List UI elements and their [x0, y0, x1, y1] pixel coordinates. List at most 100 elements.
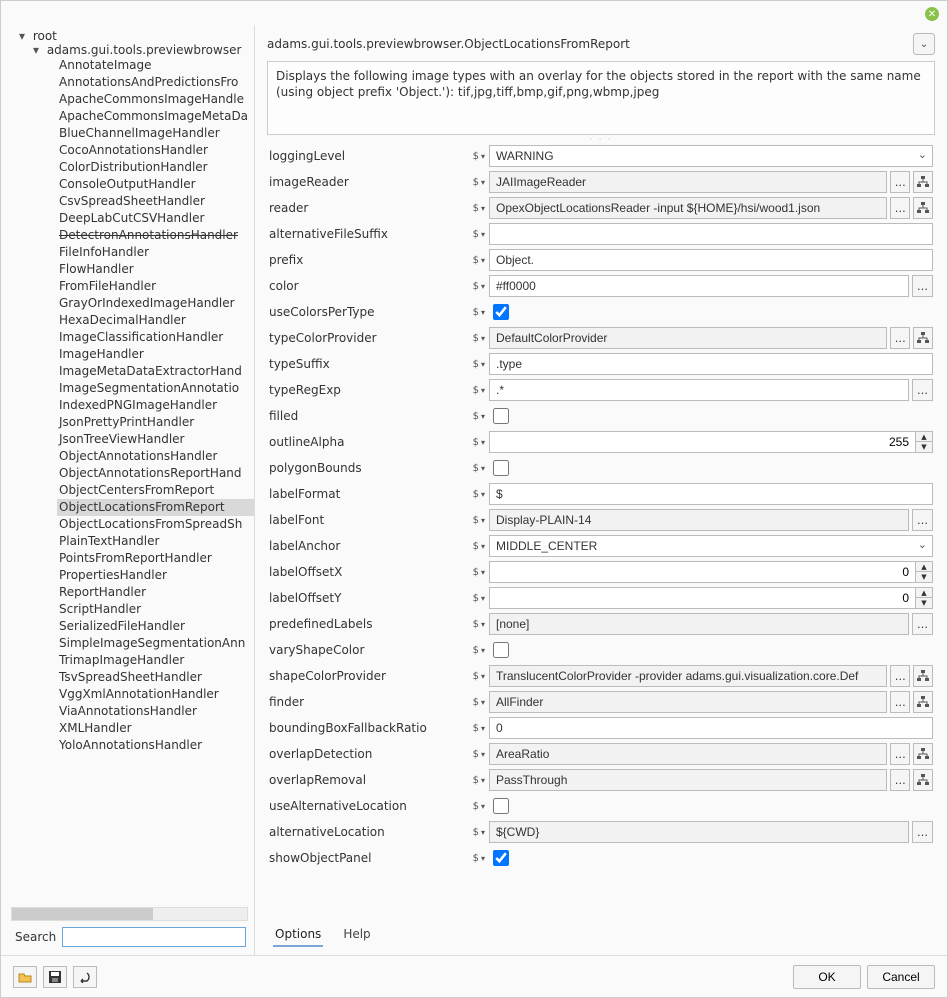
shapeColorProvider-tree-button[interactable]	[913, 665, 933, 687]
reader-tree-button[interactable]	[913, 197, 933, 219]
tree-item[interactable]: FlowHandler	[57, 261, 254, 278]
prop-var-icons[interactable]: $▾	[461, 749, 485, 760]
prop-var-icons[interactable]: $▾	[461, 359, 485, 370]
typeColorProvider-ellipsis-button[interactable]: …	[890, 327, 910, 349]
prop-var-icons[interactable]: $▾	[461, 385, 485, 396]
labelOffsetY-spin-down[interactable]: ▼	[916, 598, 932, 608]
labelOffsetX-spinner[interactable]	[489, 561, 915, 583]
boundingBoxFallbackRatio-field[interactable]	[489, 717, 933, 739]
outlineAlpha-spinner[interactable]	[489, 431, 915, 453]
prop-var-icons[interactable]: $▾	[461, 567, 485, 578]
tree-item[interactable]: ObjectAnnotationsHandler	[57, 448, 254, 465]
tree-item[interactable]: ImageClassificationHandler	[57, 329, 254, 346]
tree-item[interactable]: ObjectAnnotationsReportHand	[57, 465, 254, 482]
imageReader-tree-button[interactable]	[913, 171, 933, 193]
prop-var-icons[interactable]: $▾	[461, 177, 485, 188]
loggingLevel-select[interactable]	[489, 145, 933, 167]
tree-item[interactable]: ViaAnnotationsHandler	[57, 703, 254, 720]
tree-item[interactable]: TrimapImageHandler	[57, 652, 254, 669]
tree-item[interactable]: GrayOrIndexedImageHandler	[57, 295, 254, 312]
prop-var-icons[interactable]: $▾	[461, 775, 485, 786]
overlapRemoval-ellipsis-button[interactable]: …	[890, 769, 910, 791]
showObjectPanel-checkbox[interactable]	[493, 850, 509, 866]
shapeColorProvider-ellipsis-button[interactable]: …	[890, 665, 910, 687]
tree-item[interactable]: PropertiesHandler	[57, 567, 254, 584]
labelOffsetY-spinner[interactable]	[489, 587, 915, 609]
color-ellipsis-button[interactable]: …	[912, 275, 933, 297]
prop-var-icons[interactable]: $▾	[461, 853, 485, 864]
prop-var-icons[interactable]: $▾	[461, 515, 485, 526]
tree-item[interactable]: CocoAnnotationsHandler	[57, 142, 254, 159]
labelAnchor-select[interactable]	[489, 535, 933, 557]
prop-var-icons[interactable]: $▾	[461, 333, 485, 344]
prop-var-icons[interactable]: $▾	[461, 723, 485, 734]
tree-item[interactable]: TsvSpreadSheetHandler	[57, 669, 254, 686]
tree-item[interactable]: JsonTreeViewHandler	[57, 431, 254, 448]
tree-item[interactable]: PointsFromReportHandler	[57, 550, 254, 567]
alternativeLocation-field[interactable]	[489, 821, 909, 843]
polygonBounds-checkbox[interactable]	[493, 460, 509, 476]
tree-item[interactable]: ApacheCommonsImageMetaDa	[57, 108, 254, 125]
class-dropdown-button[interactable]: ⌄	[913, 33, 935, 55]
prop-var-icons[interactable]: $▾	[461, 307, 485, 318]
tree-package-label[interactable]: adams.gui.tools.previewbrowser	[47, 43, 242, 57]
tree-toggle-root[interactable]: ▾	[17, 29, 27, 43]
labelOffsetY-spin-up[interactable]: ▲	[916, 588, 932, 598]
finder-field[interactable]	[489, 691, 887, 713]
shapeColorProvider-field[interactable]	[489, 665, 887, 687]
color-field[interactable]	[489, 275, 909, 297]
cancel-button[interactable]: Cancel	[867, 965, 935, 989]
split-grip[interactable]: · · ·	[267, 135, 935, 143]
prop-var-icons[interactable]: $▾	[461, 593, 485, 604]
prop-var-icons[interactable]: $▾	[461, 827, 485, 838]
tree-horizontal-scrollbar[interactable]	[11, 907, 248, 921]
prop-var-icons[interactable]: $▾	[461, 801, 485, 812]
labelFont-field[interactable]	[489, 509, 909, 531]
prop-var-icons[interactable]: $▾	[461, 489, 485, 500]
prop-var-icons[interactable]: $▾	[461, 645, 485, 656]
overlapRemoval-field[interactable]	[489, 769, 887, 791]
tree-item[interactable]: DeepLabCutCSVHandler	[57, 210, 254, 227]
tree-item[interactable]: BlueChannelImageHandler	[57, 125, 254, 142]
labelFormat-field[interactable]	[489, 483, 933, 505]
prop-var-icons[interactable]: $▾	[461, 281, 485, 292]
tree-item[interactable]: ConsoleOutputHandler	[57, 176, 254, 193]
reader-ellipsis-button[interactable]: …	[890, 197, 910, 219]
ok-button[interactable]: OK	[793, 965, 861, 989]
typeRegExp-ellipsis-button[interactable]: …	[912, 379, 933, 401]
labelOffsetX-spin-down[interactable]: ▼	[916, 572, 932, 582]
tree-item[interactable]: ObjectLocationsFromSpreadSh	[57, 516, 254, 533]
typeRegExp-field[interactable]	[489, 379, 909, 401]
tree-root-label[interactable]: root	[33, 29, 57, 43]
typeColorProvider-tree-button[interactable]	[913, 327, 933, 349]
tree-item[interactable]: AnnotateImage	[57, 57, 254, 74]
typeColorProvider-field[interactable]	[489, 327, 887, 349]
tree-item[interactable]: ObjectCentersFromReport	[57, 482, 254, 499]
typeSuffix-field[interactable]	[489, 353, 933, 375]
prop-var-icons[interactable]: $▾	[461, 203, 485, 214]
tab-help[interactable]: Help	[341, 923, 372, 947]
tree-item[interactable]: CsvSpreadSheetHandler	[57, 193, 254, 210]
search-input[interactable]	[62, 927, 246, 947]
tree-item[interactable]: JsonPrettyPrintHandler	[57, 414, 254, 431]
tree-item[interactable]: SerializedFileHandler	[57, 618, 254, 635]
prop-var-icons[interactable]: $▾	[461, 411, 485, 422]
useColorsPerType-checkbox[interactable]	[493, 304, 509, 320]
undo-button[interactable]	[73, 966, 97, 988]
finder-tree-button[interactable]	[913, 691, 933, 713]
tree-item[interactable]: ApacheCommonsImageHandle	[57, 91, 254, 108]
tree-item[interactable]: HexaDecimalHandler	[57, 312, 254, 329]
tab-options[interactable]: Options	[273, 923, 323, 947]
tree-item[interactable]: ImageMetaDataExtractorHand	[57, 363, 254, 380]
tree-item[interactable]: IndexedPNGImageHandler	[57, 397, 254, 414]
tree-item[interactable]: DetectronAnnotationsHandler	[57, 227, 254, 244]
tree-item[interactable]: AnnotationsAndPredictionsFro	[57, 74, 254, 91]
alternativeFileSuffix-field[interactable]	[489, 223, 933, 245]
prop-var-icons[interactable]: $▾	[461, 437, 485, 448]
tree-item[interactable]: ScriptHandler	[57, 601, 254, 618]
save-button[interactable]	[43, 966, 67, 988]
filled-checkbox[interactable]	[493, 408, 509, 424]
overlapRemoval-tree-button[interactable]	[913, 769, 933, 791]
finder-ellipsis-button[interactable]: …	[890, 691, 910, 713]
imageReader-ellipsis-button[interactable]: …	[890, 171, 910, 193]
